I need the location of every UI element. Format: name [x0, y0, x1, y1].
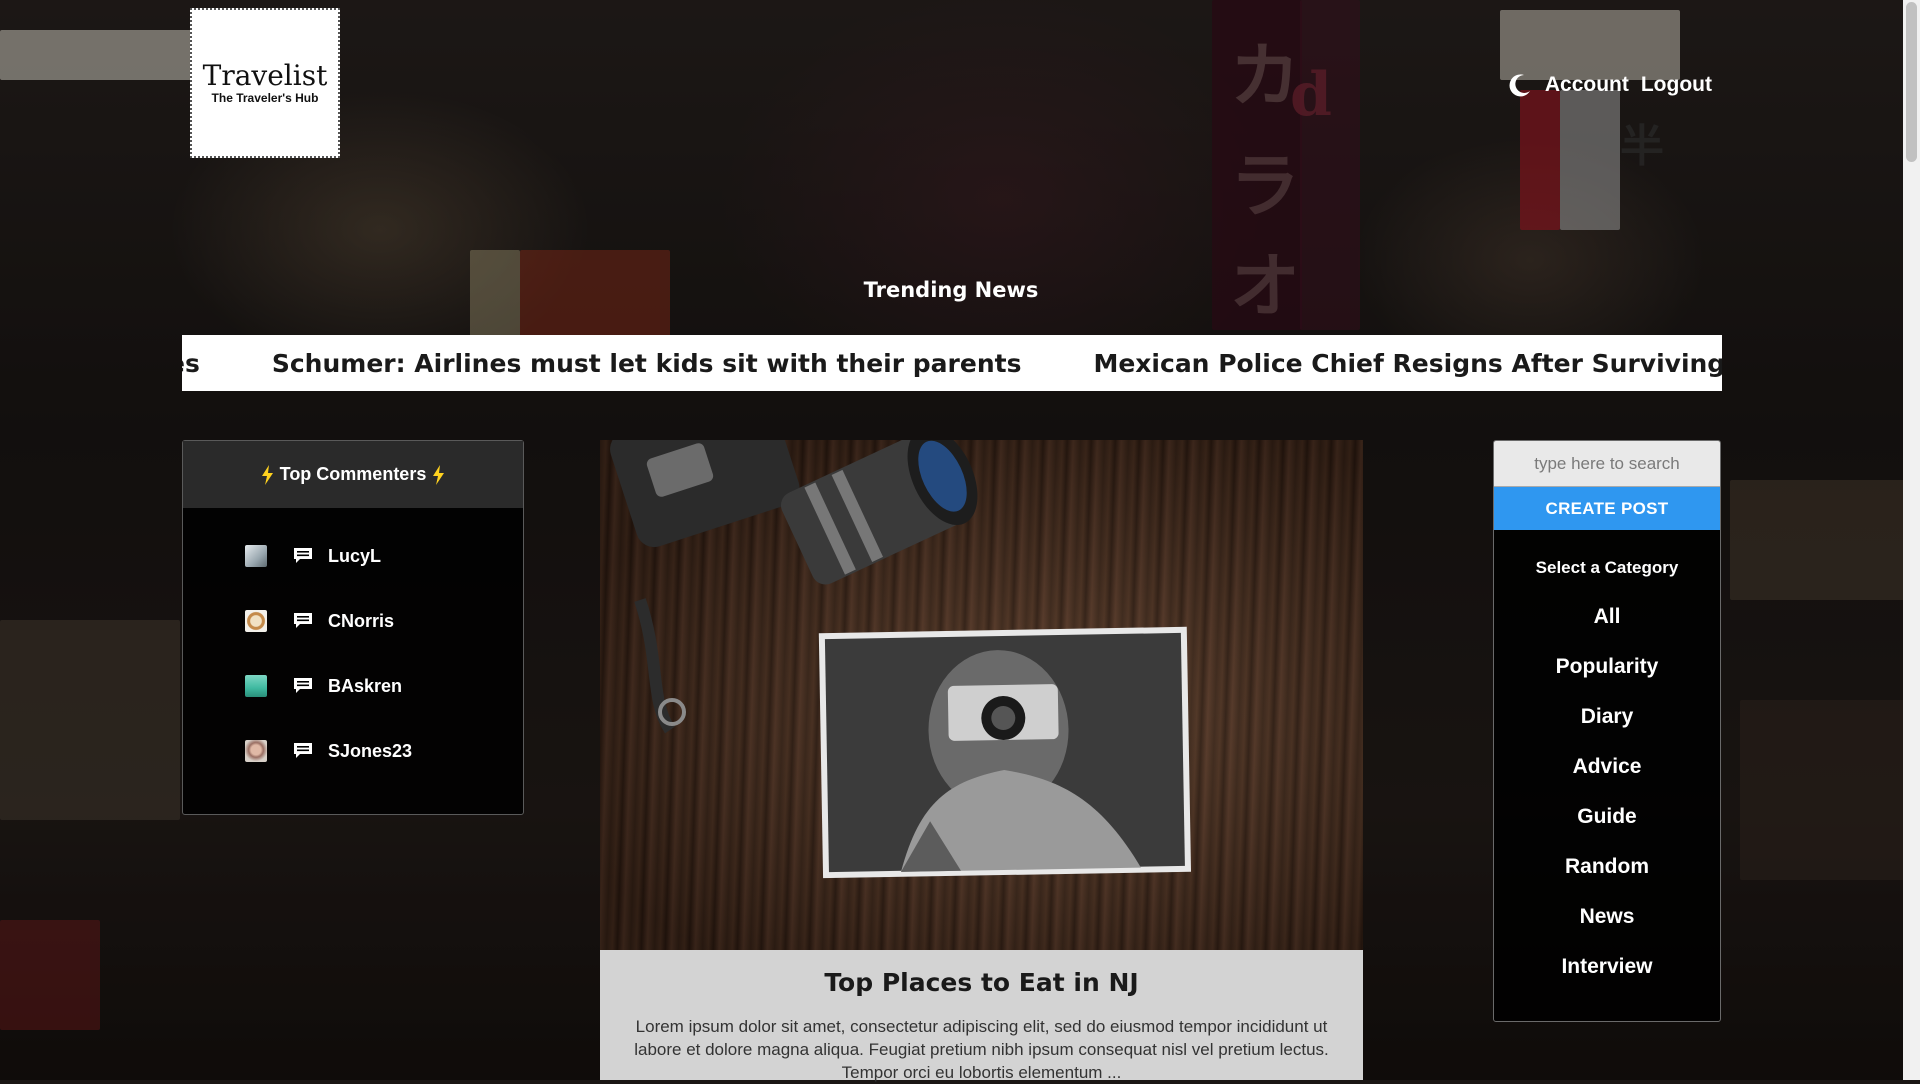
- category-item-diary[interactable]: Diary: [1494, 692, 1720, 742]
- comment-icon: [294, 548, 312, 563]
- commenter-name[interactable]: SJones23: [328, 741, 412, 762]
- category-item-random[interactable]: Random: [1494, 842, 1720, 892]
- logout-link[interactable]: Logout: [1641, 73, 1712, 97]
- site-logo[interactable]: Travelist The Traveler's Hub: [190, 8, 340, 158]
- commenter-name[interactable]: LucyL: [328, 546, 381, 567]
- post-excerpt: Lorem ipsum dolor sit amet, consectetur …: [634, 1017, 1329, 1082]
- lightning-bolt-icon: [261, 464, 273, 485]
- avatar: [245, 675, 267, 697]
- category-item-news[interactable]: News: [1494, 892, 1720, 942]
- top-commenters-title: Top Commenters: [279, 464, 427, 484]
- category-item-guide[interactable]: Guide: [1494, 792, 1720, 842]
- comment-icon: [294, 743, 312, 758]
- create-post-button[interactable]: CREATE POST: [1494, 487, 1720, 530]
- category-title: Select a Category: [1535, 558, 1679, 577]
- ticker-item[interactable]: Schumer: Airlines must let kids sit with…: [272, 349, 1022, 378]
- logo-title: Travelist: [202, 59, 328, 93]
- comment-icon: [294, 613, 312, 628]
- ticker-item[interactable]: es: [182, 349, 200, 378]
- commenter-row[interactable]: CNorris: [245, 608, 394, 634]
- header-nav: Account Logout: [1507, 72, 1712, 98]
- category-item-popularity[interactable]: Popularity: [1494, 642, 1720, 692]
- lightning-bolt-icon: [433, 464, 445, 485]
- trending-title: Trending News: [863, 278, 1039, 302]
- top-commenters-panel: Top Commenters LucyL CNorris BAskren SJo…: [182, 440, 524, 815]
- top-commenters-header: Top Commenters: [183, 441, 523, 508]
- scrollbar-thumb[interactable]: [1906, 2, 1917, 162]
- ticker-item[interactable]: Mexican Police Chief Resigns After Survi…: [1093, 349, 1722, 378]
- post-title[interactable]: Top Places to Eat in NJ: [600, 968, 1363, 997]
- post-card[interactable]: Top Places to Eat in NJ Lorem ipsum dolo…: [600, 440, 1363, 1082]
- logo-subtitle: The Traveler's Hub: [211, 90, 319, 105]
- page-scrollbar[interactable]: [1903, 0, 1920, 1080]
- avatar: [245, 545, 267, 567]
- commenter-row[interactable]: LucyL: [245, 543, 381, 569]
- category-item-interview[interactable]: Interview: [1494, 942, 1720, 992]
- account-link[interactable]: Account: [1545, 73, 1629, 97]
- news-ticker: es Schumer: Airlines must let kids sit w…: [182, 335, 1722, 391]
- ticker-track: es Schumer: Airlines must let kids sit w…: [182, 335, 1722, 391]
- avatar: [245, 610, 267, 632]
- search-input[interactable]: [1494, 441, 1720, 487]
- commenter-name[interactable]: CNorris: [328, 611, 394, 632]
- post-body: Top Places to Eat in NJ Lorem ipsum dolo…: [600, 950, 1363, 1082]
- category-item-all[interactable]: All: [1494, 592, 1720, 642]
- commenter-name[interactable]: BAskren: [328, 676, 402, 697]
- post-image[interactable]: [600, 440, 1363, 950]
- avatar: [245, 740, 267, 762]
- commenter-row[interactable]: SJones23: [245, 738, 412, 764]
- category-list: All Popularity Diary Advice Guide Random…: [1494, 592, 1720, 992]
- category-item-advice[interactable]: Advice: [1494, 742, 1720, 792]
- category-sidebar: CREATE POST Select a Category All Popula…: [1493, 440, 1721, 1022]
- camera-photo-illustration: [610, 440, 1192, 879]
- comment-icon: [294, 678, 312, 693]
- moon-icon[interactable]: [1507, 72, 1533, 98]
- commenter-row[interactable]: BAskren: [245, 673, 402, 699]
